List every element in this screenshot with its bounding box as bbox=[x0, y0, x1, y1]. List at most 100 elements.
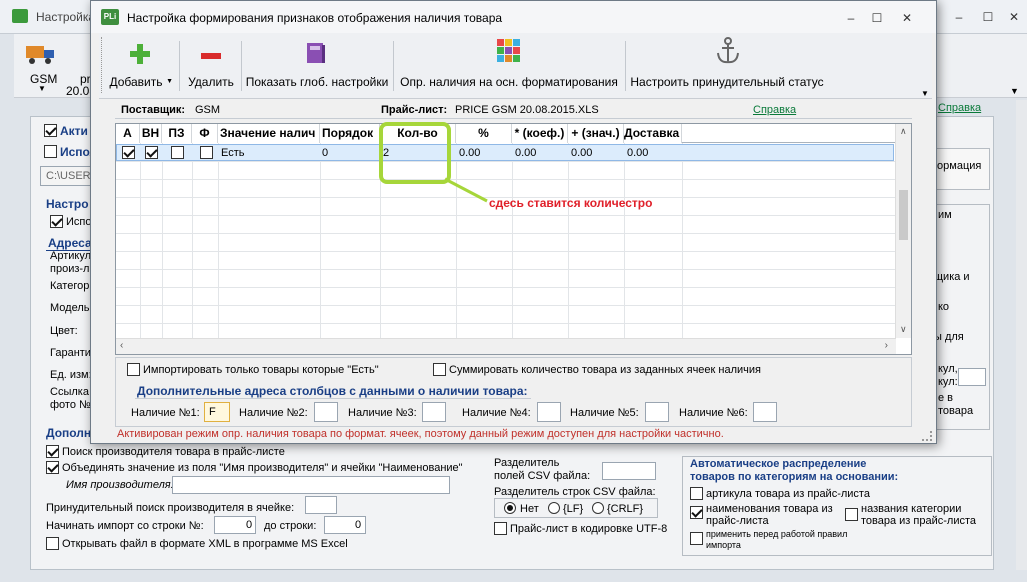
row-coef[interactable]: 0.00 bbox=[515, 147, 536, 159]
color-grid-icon bbox=[497, 39, 520, 62]
col-header-value[interactable]: Значение налич bbox=[218, 124, 320, 143]
radio-crlf[interactable] bbox=[592, 502, 604, 514]
row-percent[interactable]: 0.00 bbox=[459, 147, 480, 159]
availability-format-button[interactable]: Опр. наличия на осн. форматирования bbox=[397, 39, 621, 95]
main-minimize-button[interactable]: – bbox=[947, 8, 971, 26]
supplier-value: GSM bbox=[195, 104, 221, 116]
right-shchika: щика и bbox=[934, 271, 970, 283]
scroll-left-icon[interactable]: ‹ bbox=[120, 340, 123, 351]
auto-name-label: наименования товара из прайс-листа bbox=[706, 503, 833, 527]
open-xml-checkbox[interactable] bbox=[46, 537, 59, 550]
additional-caption: Дополн bbox=[46, 426, 92, 440]
grid-row-line bbox=[116, 305, 895, 306]
dialog-close-button[interactable]: ✕ bbox=[895, 9, 919, 27]
active-label: Акти bbox=[60, 124, 88, 138]
main-help-link[interactable]: Справка bbox=[938, 102, 981, 114]
col-header-pz[interactable]: ПЗ bbox=[162, 124, 192, 143]
availability-format-label: Опр. наличия на осн. форматирования bbox=[400, 75, 618, 89]
row-checkbox-vn[interactable] bbox=[145, 146, 158, 159]
col-header-f[interactable]: Ф bbox=[192, 124, 218, 143]
col-header-percent[interactable]: % bbox=[456, 124, 512, 143]
toolbar-separator bbox=[393, 41, 394, 91]
row-plus[interactable]: 0.00 bbox=[571, 147, 592, 159]
scroll-down-icon[interactable]: ∨ bbox=[900, 324, 907, 335]
grid-row-line bbox=[116, 287, 895, 288]
grid-col-line bbox=[568, 143, 569, 338]
col-header-vn[interactable]: ВН bbox=[140, 124, 162, 143]
dialog-maximize-button[interactable]: ☐ bbox=[865, 9, 889, 27]
use2-checkbox[interactable] bbox=[50, 215, 63, 228]
show-global-settings-button[interactable]: Показать глоб. настройки bbox=[245, 39, 389, 95]
row-label-producer: произ-л bbox=[50, 263, 90, 275]
row-order[interactable]: 0 bbox=[322, 147, 328, 159]
annotation-text: сдесь ставится количестро bbox=[489, 196, 653, 210]
row-label-unit: Ед. изм: bbox=[50, 369, 92, 381]
grid-col-line bbox=[140, 143, 141, 338]
scroll-thumb[interactable] bbox=[899, 190, 908, 240]
forced-status-button[interactable]: Настроить принудительный статус bbox=[629, 37, 825, 95]
row-label-photo: фото № bbox=[50, 399, 91, 411]
auto-article-checkbox[interactable] bbox=[690, 487, 703, 500]
col-header-delivery[interactable]: Доставка bbox=[624, 124, 682, 143]
csv-fields-input[interactable] bbox=[602, 462, 656, 480]
active-checkbox[interactable] bbox=[44, 124, 57, 137]
row-label-category: Категор bbox=[50, 280, 90, 292]
minus-icon bbox=[201, 53, 221, 59]
resize-grip-icon[interactable] bbox=[922, 431, 932, 441]
col-header-order[interactable]: Порядок bbox=[320, 124, 380, 143]
scroll-up-icon[interactable]: ∧ bbox=[900, 126, 907, 137]
supplier-label: Поставщик: bbox=[121, 104, 186, 116]
grid-horizontal-scrollbar[interactable]: ‹ › bbox=[116, 338, 896, 354]
to-row-label: до строки: bbox=[264, 520, 317, 532]
row-checkbox-a[interactable] bbox=[122, 146, 135, 159]
right-small-input[interactable] bbox=[958, 368, 986, 386]
right-kul2: кул: bbox=[938, 376, 958, 388]
auto-category-checkbox[interactable] bbox=[845, 508, 858, 521]
merge-values-label: Объединять значение из поля "Имя произво… bbox=[62, 462, 463, 474]
auto-name-checkbox[interactable] bbox=[690, 506, 703, 519]
row-checkbox-pz[interactable] bbox=[171, 146, 184, 159]
dialog-help-link[interactable]: Справка bbox=[753, 104, 796, 116]
radio-none[interactable] bbox=[504, 502, 516, 514]
options-box-border bbox=[115, 357, 912, 427]
radio-lf[interactable] bbox=[548, 502, 560, 514]
row-checkbox-f[interactable] bbox=[200, 146, 213, 159]
end-row-value: 0 bbox=[355, 519, 362, 531]
row-delivery[interactable]: 0.00 bbox=[627, 147, 648, 159]
delete-button[interactable]: Удалить bbox=[183, 39, 239, 95]
auto-apply-checkbox[interactable] bbox=[690, 532, 703, 545]
main-scrollbar[interactable] bbox=[1016, 100, 1027, 570]
col-header-coef[interactable]: * (коеф.) bbox=[512, 124, 568, 143]
col-header-plus[interactable]: + (знач.) bbox=[568, 124, 624, 143]
main-maximize-button[interactable]: ☐ bbox=[976, 8, 1000, 26]
dialog-minimize-button[interactable]: – bbox=[839, 9, 863, 27]
grid-vertical-scrollbar[interactable]: ∧ ∨ bbox=[895, 124, 911, 338]
table-row[interactable]: Есть 0 2 0.00 0.00 0.00 0.00 bbox=[116, 144, 894, 161]
search-producer-label: Поиск производителя товара в прайс-листе bbox=[62, 446, 285, 458]
addresses-caption: Адреса bbox=[48, 236, 92, 250]
search-producer-checkbox[interactable] bbox=[46, 445, 59, 458]
grid-col-line bbox=[456, 143, 457, 338]
right-dlya: ы для bbox=[934, 331, 964, 343]
scroll-right-icon[interactable]: › bbox=[885, 340, 888, 351]
forced-search-input[interactable] bbox=[305, 496, 337, 514]
collapse-arrow-icon[interactable]: ▼ bbox=[1010, 86, 1019, 96]
grid-row-line bbox=[116, 179, 895, 180]
annotation-arrow bbox=[444, 177, 488, 203]
col-header-a[interactable]: А bbox=[116, 124, 140, 143]
toolbar-overflow-icon[interactable]: ▼ bbox=[921, 89, 929, 98]
add-button-label: Добавить bbox=[109, 75, 163, 89]
row-label-link: Ссылка bbox=[50, 386, 89, 398]
main-close-button[interactable]: ✕ bbox=[1002, 8, 1026, 26]
grid-col-line bbox=[624, 143, 625, 338]
producer-name-input[interactable] bbox=[172, 476, 450, 494]
add-button[interactable]: Добавить ▼ bbox=[105, 39, 175, 95]
dialog-app-icon: PLi bbox=[101, 9, 119, 25]
start-row-value: 0 bbox=[246, 519, 253, 531]
row-value[interactable]: Есть bbox=[221, 147, 244, 159]
producer-name-label: Имя производителя: bbox=[66, 479, 174, 491]
merge-values-checkbox[interactable] bbox=[46, 461, 59, 474]
use-checkbox[interactable] bbox=[44, 145, 57, 158]
utf8-checkbox[interactable] bbox=[494, 522, 507, 535]
forced-search-label: Принудительный поиск производителя в яче… bbox=[46, 502, 295, 514]
